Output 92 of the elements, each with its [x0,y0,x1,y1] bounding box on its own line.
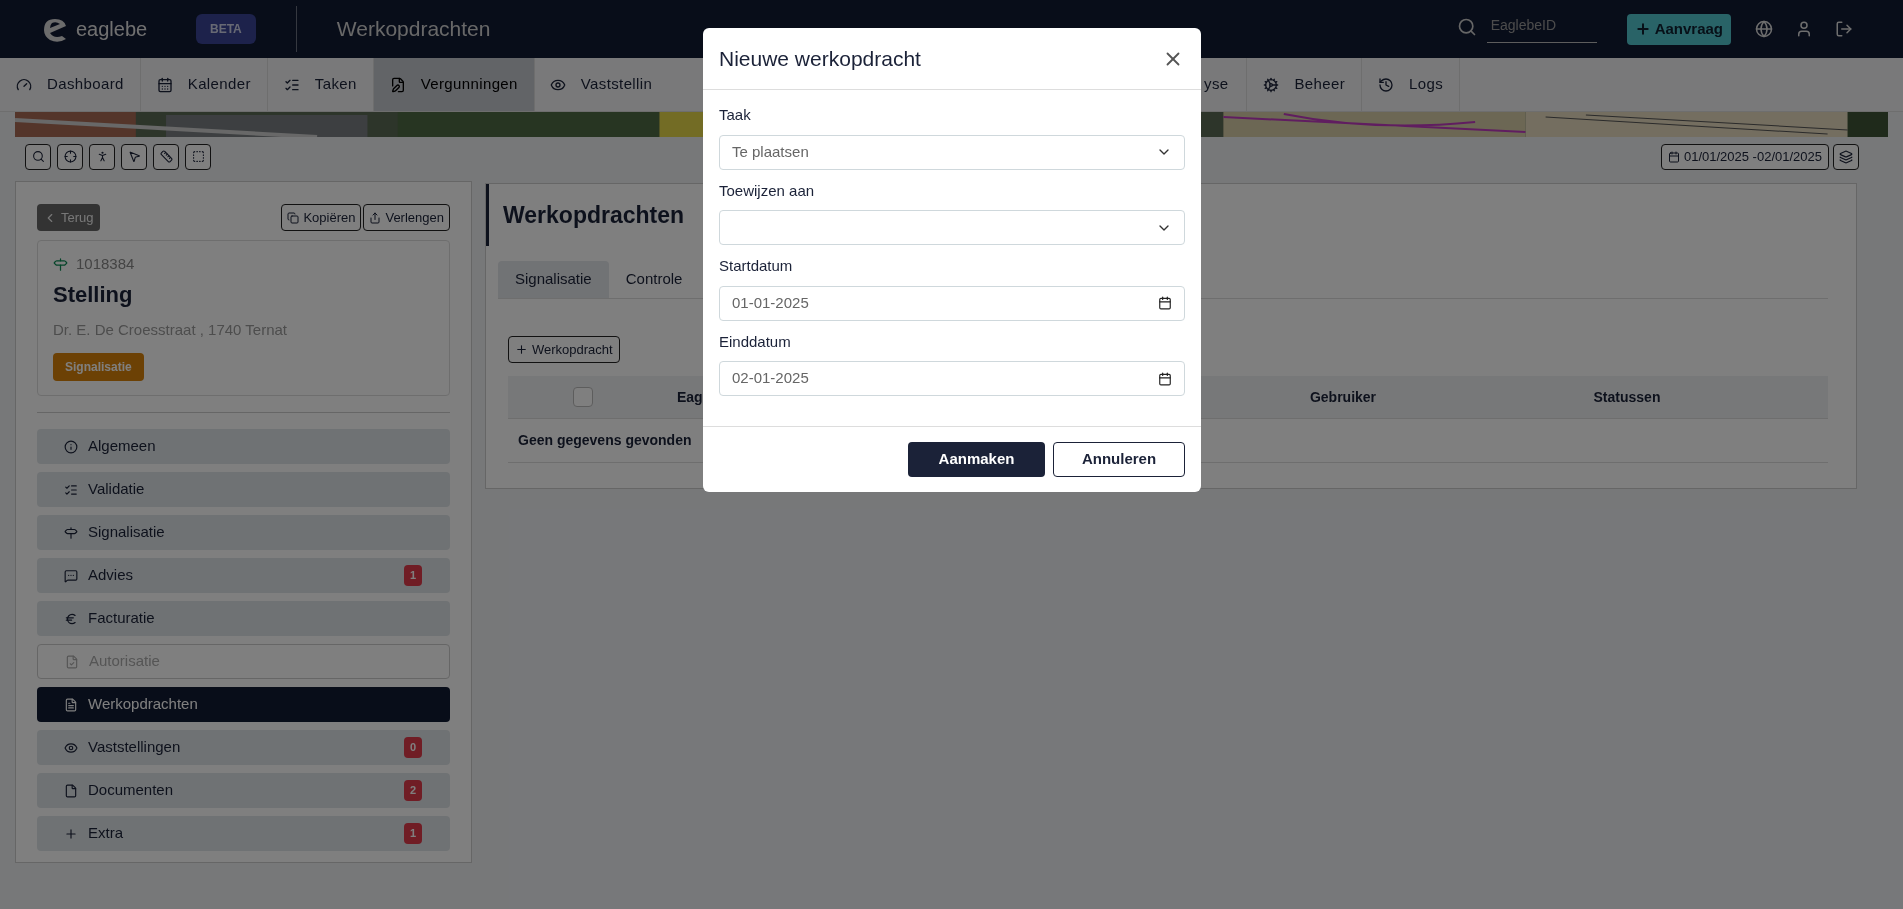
sidebar-item[interactable]: Algemeen [37,429,450,464]
nav-tab[interactable]: Logs [1362,58,1461,111]
ruler-icon [159,150,173,163]
signpost-icon [53,256,68,272]
back-button[interactable]: Terug [37,204,100,231]
search-field[interactable]: EaglebeID [1486,15,1597,43]
nav-icon [156,76,173,93]
nav-tab[interactable]: Taken [267,58,374,111]
nav-icon [389,76,406,93]
sidebar-item[interactable]: Documenten 2 [37,773,450,808]
count-badge: 1 [403,823,422,844]
item-icon [64,697,78,712]
page-title: Werkopdrachten [336,16,491,43]
create-button[interactable]: Aanmaken [908,442,1045,477]
share-icon [369,211,382,224]
layers-button[interactable] [1833,143,1859,170]
sidebar-item[interactable]: Werkopdrachten [37,687,450,722]
item-icon [64,783,78,798]
nav-tab[interactable]: Vaststellin [534,58,653,111]
square-icon [191,150,205,163]
plus-icon [515,343,528,356]
layers-icon [1839,149,1853,164]
select-field[interactable]: Te plaatsen [719,134,1185,170]
item-icon [64,826,78,841]
pointer-tool-button[interactable] [121,143,147,170]
select-field[interactable] [719,210,1185,245]
request-button[interactable]: Aanvraag [1626,13,1731,45]
sidebar-item[interactable]: Facturatie [37,601,450,636]
item-icon [64,482,78,497]
nav-tab[interactable]: Beheer [1247,58,1363,111]
item-icon [64,740,78,755]
content-tab[interactable]: Signalisatie [498,261,609,298]
field-label: Einddatum [719,331,792,352]
pointer-icon [127,150,141,163]
sidebar-item[interactable]: Validatie [37,472,450,507]
nav-icon [16,76,32,93]
item-icon [65,654,79,669]
extend-button[interactable]: Verlengen [363,204,450,231]
date-range-button[interactable]: 01/01/2025 -02/01/2025 [1660,143,1829,170]
date-field[interactable]: 01-01-2025 [719,285,1185,321]
item-icon [64,439,78,454]
count-badge: 1 [403,565,422,586]
plus-icon [1634,21,1651,37]
empty-message: Geen gegevens gevonden [518,431,692,450]
column-header: Statussen [1593,388,1661,405]
field-label: Taak [719,105,752,125]
count-badge: 0 [403,737,422,758]
item-icon [64,525,78,540]
logout-icon[interactable] [1835,20,1853,38]
calendar-icon [1158,371,1172,386]
column-header: Eag [677,388,703,405]
count-badge: 2 [403,780,422,801]
calendar-icon [1667,150,1680,163]
ruler-tool-button[interactable] [153,143,179,170]
logo-text: eaglebe [76,17,148,42]
nav-icon [1378,76,1395,93]
square-tool-button[interactable] [185,143,211,170]
sidebar-item[interactable]: Signalisatie [37,515,450,550]
globe-icon[interactable] [1755,20,1773,38]
field-label: Toewijzen aan [719,180,816,201]
nav-tab[interactable]: Kalender [140,58,268,111]
cancel-button[interactable]: Annuleren [1053,442,1185,477]
item-icon [64,611,78,626]
content-tab[interactable]: Controle [608,261,700,298]
date-field[interactable]: 02-01-2025 [719,361,1185,396]
crosshair-icon [63,150,77,163]
content-title: Werkopdrachten [503,200,685,230]
sidebar-item[interactable]: Extra 1 [37,816,450,851]
beta-badge: BETA [196,14,256,44]
sidebar-item[interactable]: Vaststellingen 0 [37,730,450,765]
calendar-icon [1158,296,1172,310]
record-title: Stelling [53,280,134,309]
select-all-checkbox[interactable] [573,387,593,407]
copy-button[interactable]: Kopiëren [281,204,362,231]
search-tool-button[interactable] [25,143,51,170]
field-label: Startdatum [719,256,794,276]
modal-title: Nieuwe werkopdracht [719,45,921,72]
record-number: 1018384 [76,254,135,274]
item-icon [64,568,78,583]
search-icon [31,150,45,163]
add-work-order-button[interactable]: Werkopdracht [508,336,620,363]
column-header: Gebruiker [1309,388,1377,405]
copy-icon [287,211,300,224]
search-icon [1456,17,1477,37]
sidebar-item[interactable]: Advies 1 [37,558,450,593]
nav-tab[interactable]: Dashboard [0,58,141,111]
nav-tab[interactable]: Vergunningen [373,58,535,111]
crosshair-tool-button[interactable] [57,143,83,170]
person-tool-button[interactable] [89,143,115,170]
category-tag: Signalisatie [53,353,144,381]
nav-icon [1263,76,1280,93]
user-icon[interactable] [1795,20,1813,38]
